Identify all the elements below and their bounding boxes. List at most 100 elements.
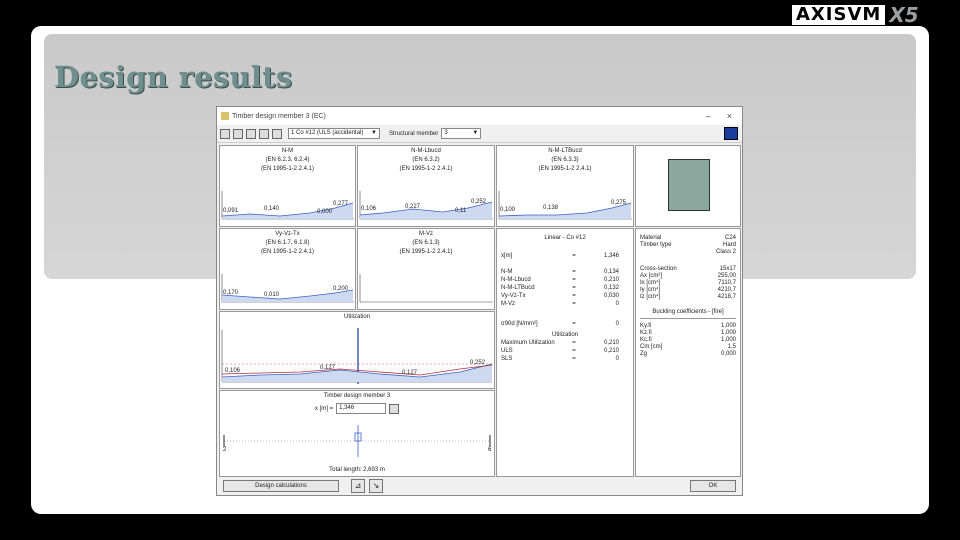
results-util-row: Maximum Utilization = 0,210 — [501, 340, 619, 346]
report-icon[interactable] — [259, 128, 269, 139]
chart-utilization-plot — [221, 328, 493, 384]
results-row: N-M-LTBucd = 0,132 — [501, 285, 619, 291]
chart-mvz-plot — [359, 274, 493, 303]
buckling-row: Zg 0,000 — [640, 351, 736, 357]
load-case-select[interactable]: 1 Co #12 (ULS (accidental) ▼ — [288, 128, 380, 139]
results-header: Linear - Co #12 — [544, 235, 586, 241]
member-select[interactable]: 3 ▼ — [441, 128, 482, 139]
buckling-list: Ky.fi 1,000 Kz.fi 1,000 Kc.fi 1,000 Cm [cm]… — [640, 323, 736, 358]
xsec-row: Cross-section 15x17 — [640, 266, 736, 272]
chart-nmledd-ref2: (EN 1995-1-2 2.4.1) — [399, 166, 453, 172]
chart-vyvz-v2: 0,200 — [333, 286, 349, 292]
chart-nm-v3: 0,000 — [317, 209, 333, 215]
results-x-eq: = — [572, 253, 576, 259]
chart-nmlt-ref2: (EN 1995-1-2 2.4.1) — [538, 166, 592, 172]
chart-mvz-ref1: (EN 6.1.3) — [412, 240, 440, 246]
results-sigma-row: σ90d [N/mm²] = 0 — [501, 321, 619, 327]
chart-nmlt-title: N-M-LTBucd — [548, 148, 582, 154]
member-x-input[interactable]: 1,346 — [336, 403, 387, 414]
chart-nmledd-v3: 0,11 — [455, 208, 467, 214]
cross-section-preview — [635, 145, 741, 227]
chart-vyvz-v1: 0,010 — [264, 292, 280, 298]
chart-utilization-v1: 0,127 — [320, 365, 336, 371]
chart-nmledd-v0: 0,106 — [361, 206, 377, 212]
apply-icon[interactable] — [389, 403, 400, 414]
print-icon[interactable] — [220, 128, 230, 139]
xsec-row: Ix [cm⁴] 7110,7 — [640, 280, 736, 286]
chart-utilization: Utilization 0,106 0,127 0,127 0,252 — [219, 311, 495, 389]
xsec-row: Iz [cm⁴] 4218,7 — [640, 294, 736, 300]
chart-nmlt-plot — [498, 191, 632, 220]
member-length: Total length: 2,693 m — [329, 467, 385, 473]
results-x-label: x[m] — [501, 253, 513, 259]
chart-vyvz-ref2: (EN 1995-1-2 2.4.1) — [260, 249, 315, 255]
results-util-header: Utilization — [551, 332, 578, 338]
axisvm-logo: AXISVM X5 — [792, 3, 919, 27]
member-right-node: 6 — [488, 447, 492, 453]
window-titlebar: Timber design member 3 (EC) – × — [217, 107, 742, 125]
material-row: Timber type Hard — [640, 242, 736, 248]
chart-nmlt-v0: 0,100 — [500, 207, 516, 213]
logo-brand: AXISVM — [792, 5, 886, 25]
chart-nmledd-plot — [359, 191, 493, 220]
material-row: Material C24 — [640, 235, 736, 241]
pointer-tool-icon[interactable]: ↘ — [369, 479, 383, 493]
chart-utilization-v2: 0,127 — [402, 370, 418, 376]
timber-design-window: Timber design member 3 (EC) – × 1 Co #12… — [216, 106, 743, 496]
results-row: N-M-Lbucd = 0,210 — [501, 277, 619, 283]
chart-settings-icon[interactable]: ⊿ — [351, 479, 365, 493]
chart-nmledd-v1: 0,227 — [405, 204, 421, 210]
chart-utilization-v3: 0,252 — [470, 360, 486, 366]
member-panel: Timber design member 3 x [m] = 1,346 2 6… — [219, 390, 495, 477]
results-util-row: SLS = 0 — [501, 356, 619, 362]
grid-view-icon[interactable] — [724, 127, 738, 140]
chart-mvz-ref2: (EN 1995-1-2 2.4.1) — [399, 249, 453, 255]
save-icon[interactable] — [246, 128, 256, 139]
results-x-value: 1,346 — [603, 253, 619, 259]
minimize-button[interactable]: – — [706, 111, 711, 121]
app-icon — [221, 112, 229, 120]
chart-nm-lbucd: N-M-Lbucd (EN 6.3.2) (EN 1995-1-2 2.4.1)… — [357, 145, 495, 227]
chart-nmledd-v2: 0,252 — [471, 199, 487, 205]
window-toolbar: 1 Co #12 (ULS (accidental) ▼ Structural … — [217, 125, 742, 143]
buckling-header: Buckling coefficients - [fire] — [640, 309, 736, 319]
close-button[interactable]: × — [727, 111, 732, 121]
export-icon[interactable] — [272, 128, 282, 139]
window-title: Timber design member 3 (EC) — [232, 112, 326, 120]
member-x-label: x [m] = — [314, 405, 334, 412]
chart-mvz: M-Vz (EN 6.1.3) (EN 1995-1-2 2.4.1) — [357, 228, 495, 310]
chart-vyvz-title: Vy-Vz-Tx — [275, 231, 300, 237]
chart-nm: N-M (EN 6.2.3, 6.2.4) (EN 1995-1-2 2.4.1… — [219, 145, 356, 227]
chart-vyvz-ref1: (EN 6.1.7, 6.1.8) — [265, 240, 310, 246]
member-panel-title: Timber design member 3 — [323, 393, 391, 399]
chart-vyvz: Vy-Vz-Tx (EN 6.1.7, 6.1.8) (EN 1995-1-2 … — [219, 228, 356, 310]
member-value: 3 — [444, 130, 448, 136]
results-row: Vy-Vz-Tx = 0,030 — [501, 293, 619, 299]
chart-nm-ref2: (EN 1995-1-2 2.4.1) — [260, 166, 315, 172]
slide-title: Design results — [54, 60, 293, 94]
buckling-row: Ky.fi 1,000 — [640, 323, 736, 329]
load-case-value: 1 Co #12 (ULS (accidental) — [291, 130, 364, 136]
xsec-row: Iy [cm⁴] 4210,7 — [640, 287, 736, 293]
results-panel: Linear - Co #12 x[m] = 1,346 N-M = 0,134 N… — [496, 228, 634, 477]
results-row: M-Vz = 0 — [501, 301, 619, 307]
chart-nmledd-ref1: (EN 6.3.2) — [412, 157, 440, 163]
cross-section-props: Cross-section 15x17 Ax [cm²] 255,00 Ix [cm… — [640, 266, 736, 301]
chart-nm-title: N-M — [281, 148, 294, 154]
chart-utilization-v0: 0,106 — [225, 368, 241, 374]
window-statusbar: Design calculations ⊿ ↘ OK — [217, 477, 742, 495]
chevron-down-icon: ▼ — [371, 130, 377, 136]
ok-button[interactable]: OK — [690, 480, 736, 492]
logo-version: X5 — [889, 3, 919, 27]
results-x-row: x[m] = 1,346 — [497, 252, 633, 260]
material-panel: Material C24 Timber type Hard Class 2 Cros… — [635, 228, 741, 477]
chart-nmlt-v2: 0,275 — [611, 200, 627, 206]
buckling-row: Cm [cm] 1,5 — [640, 344, 736, 350]
results-util-row: ULS = 0,210 — [501, 348, 619, 354]
design-calculations-button[interactable]: Design calculations — [223, 480, 339, 492]
chevron-down-icon: ▼ — [472, 130, 479, 136]
buckling-row: Kz.fi 1,000 — [640, 330, 736, 336]
cross-section-shape — [668, 159, 710, 211]
copy-icon[interactable] — [233, 128, 243, 139]
results-row: N-M = 0,134 — [501, 269, 619, 275]
